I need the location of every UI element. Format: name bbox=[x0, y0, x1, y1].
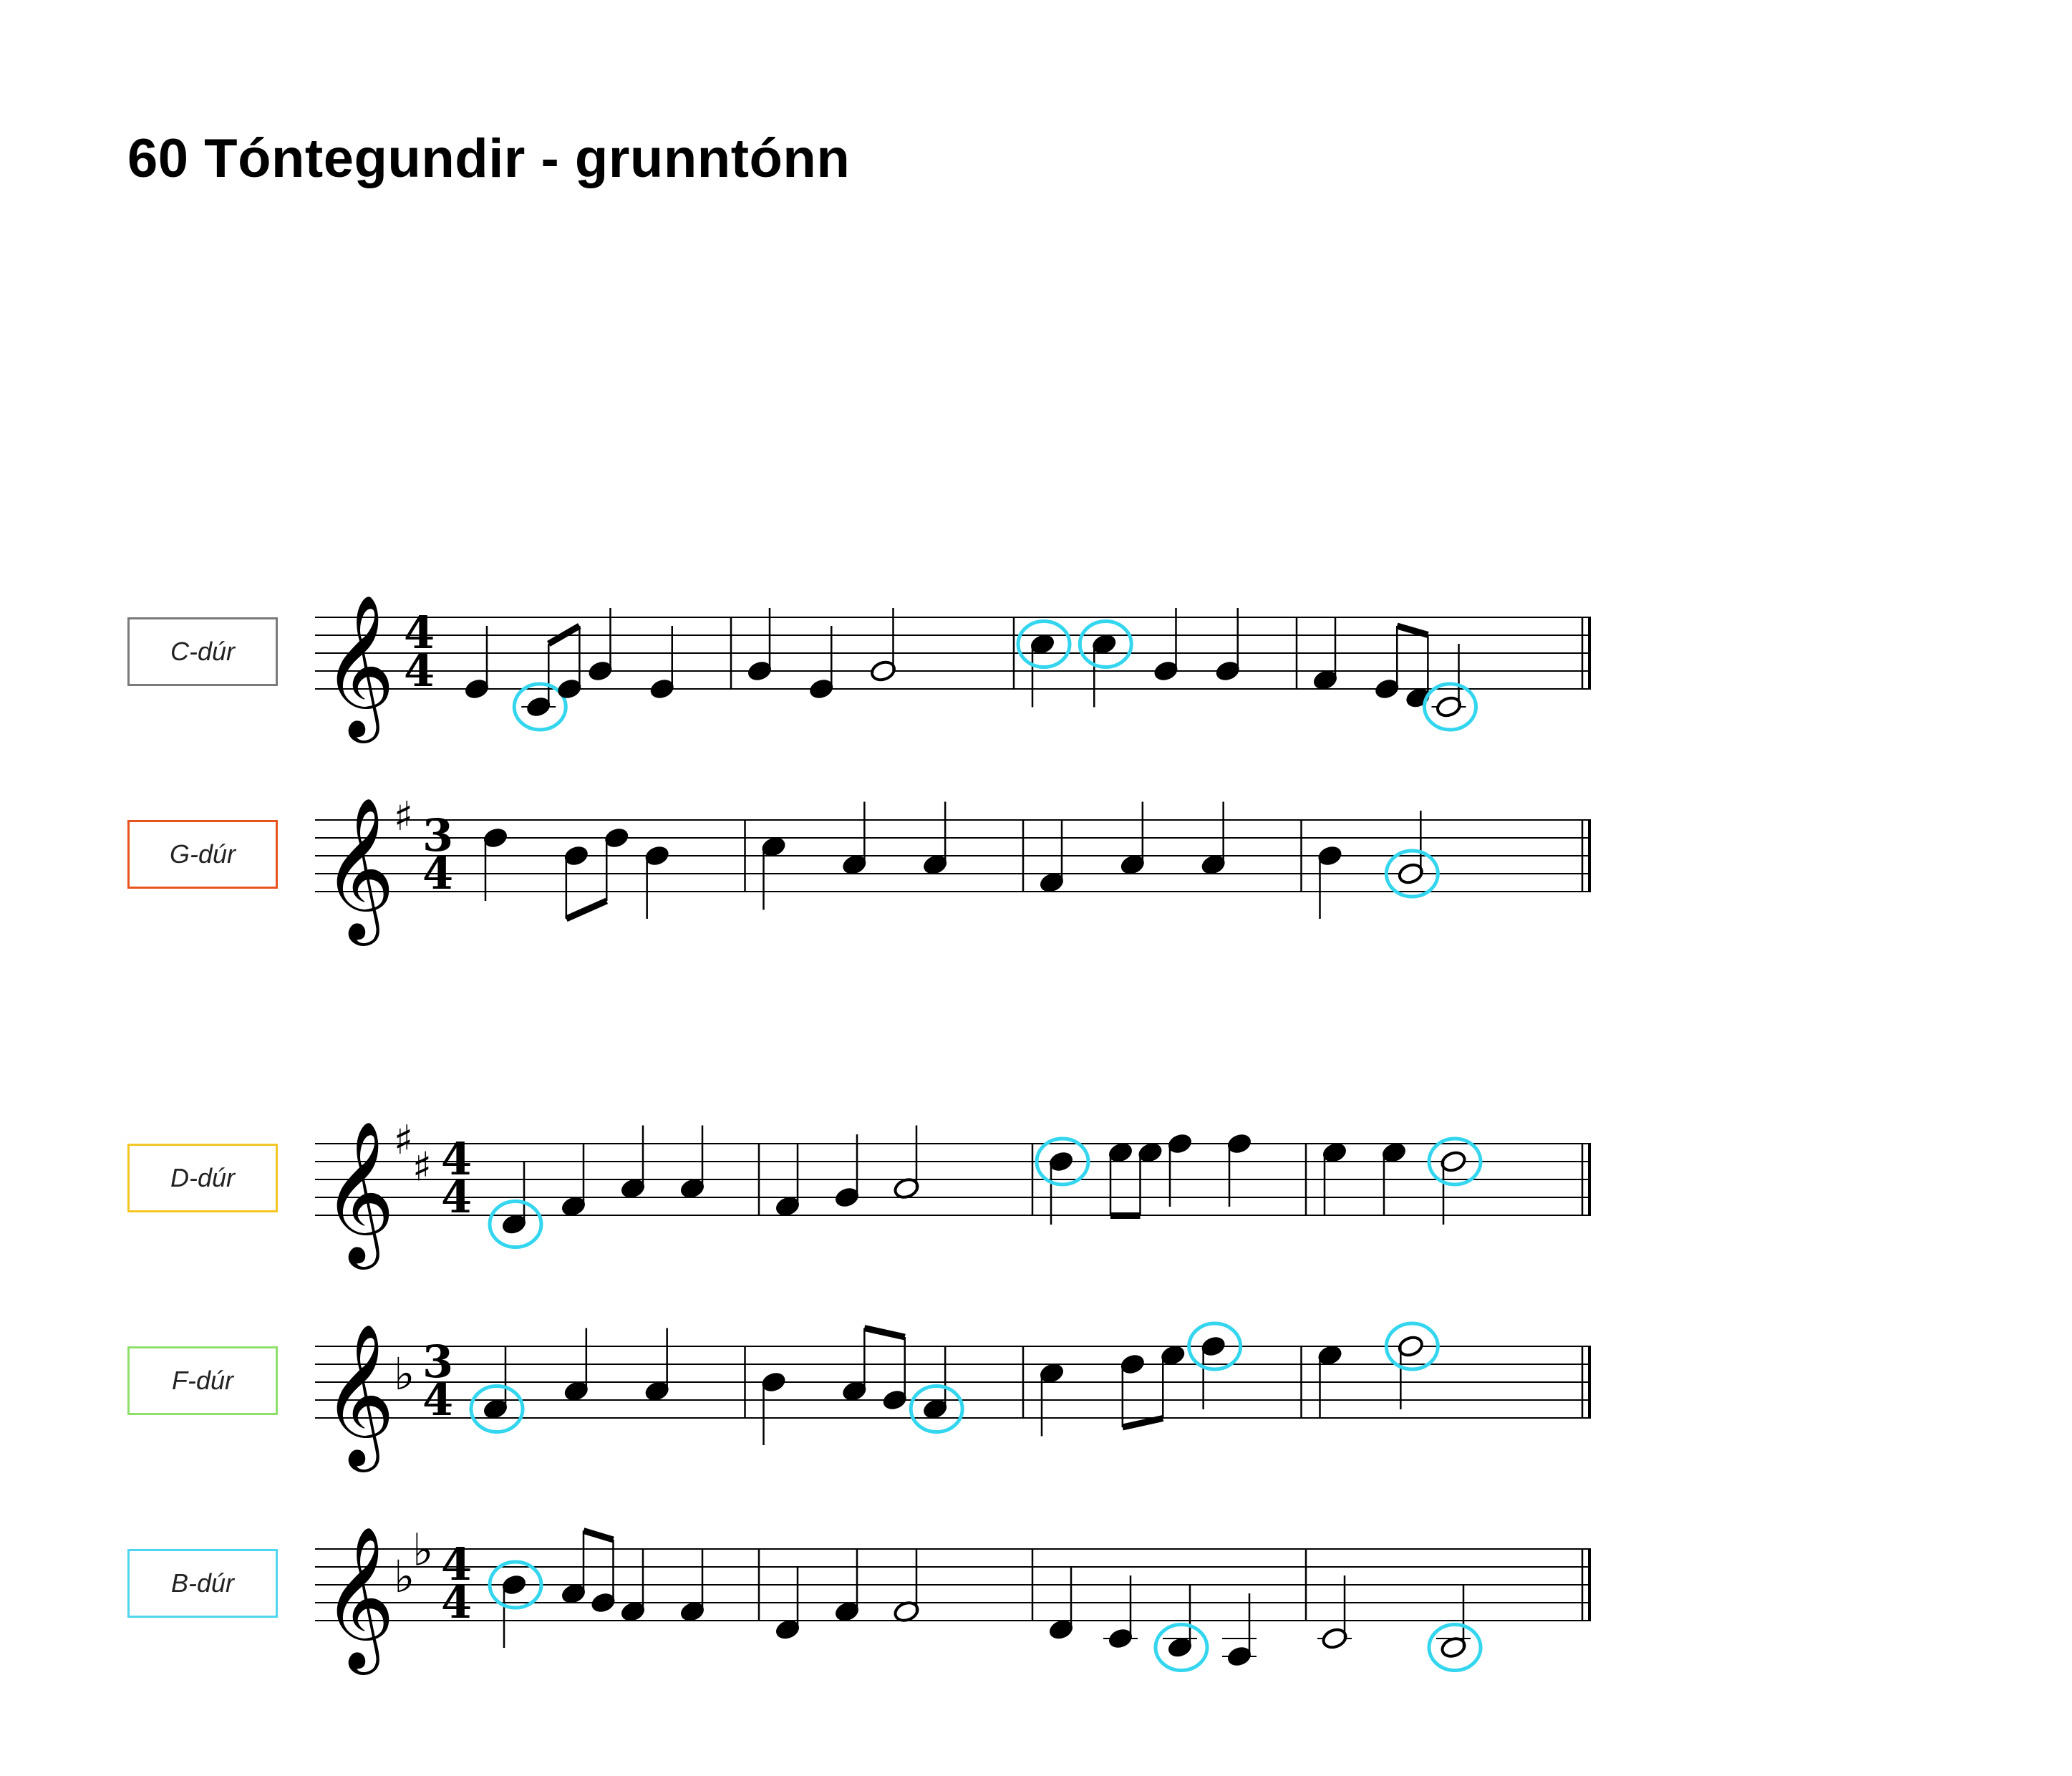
staff-b-flat-major: 𝄞♭♭ 44 bbox=[315, 1524, 1591, 1675]
note-beam bbox=[1121, 1415, 1164, 1431]
staff-g-major: 𝄞♯ 34 bbox=[315, 793, 1591, 946]
treble-clef-icon: 𝄞 bbox=[322, 1525, 395, 1675]
treble-clef-icon: 𝄞 bbox=[322, 593, 395, 743]
note-beam bbox=[582, 1528, 614, 1543]
staff-c-major: 𝄞 44 bbox=[315, 593, 1591, 743]
time-signature-bottom: 4 bbox=[441, 1576, 472, 1628]
note-beam bbox=[863, 1325, 906, 1341]
time-signature-bottom: 4 bbox=[404, 645, 435, 697]
treble-clef-icon: 𝄞 bbox=[322, 1322, 395, 1472]
flat-icon: ♭ bbox=[412, 1524, 433, 1576]
time-signature-bottom: 4 bbox=[441, 1171, 472, 1223]
flat-icon: ♭ bbox=[394, 1550, 415, 1603]
flat-icon: ♭ bbox=[394, 1348, 415, 1400]
treble-clef-icon: 𝄞 bbox=[322, 1119, 395, 1270]
staff-d-major: 𝄞♯♯ 44 bbox=[315, 1117, 1591, 1270]
sharp-icon: ♯ bbox=[394, 793, 413, 840]
sharp-icon: ♯ bbox=[412, 1144, 432, 1191]
time-signature-bottom: 4 bbox=[422, 1374, 453, 1426]
time-signature-bottom: 4 bbox=[422, 847, 453, 899]
note-beam bbox=[1395, 622, 1429, 638]
staff-f-major: 𝄞♭ 34 bbox=[315, 1321, 1591, 1472]
sharp-icon: ♯ bbox=[394, 1117, 413, 1164]
page-title: 60 Tóntegundir - grunntónn bbox=[127, 128, 851, 189]
treble-clef-icon: 𝄞 bbox=[322, 796, 395, 946]
note-beam bbox=[565, 897, 609, 922]
